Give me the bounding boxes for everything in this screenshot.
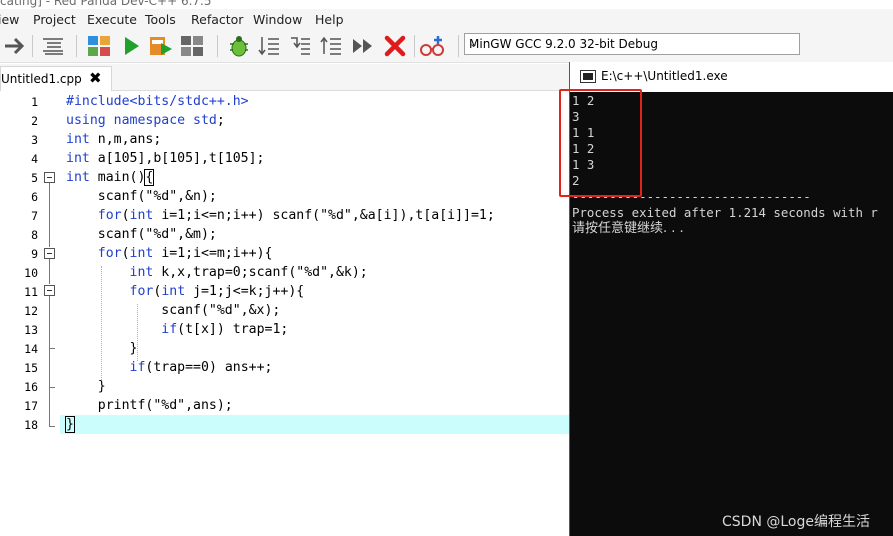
line-number: 4 [31,152,38,166]
code-line-14: } [66,341,138,356]
compile-run-icon[interactable] [148,34,174,58]
chevron-down-icon[interactable]: ⌄ [469,37,795,50]
code-line-5: int main(){ [66,169,155,186]
line-number: 16 [24,380,38,394]
fold-toggle[interactable] [44,248,55,259]
line-number: 17 [24,399,38,413]
stop-icon[interactable] [382,34,408,58]
close-icon[interactable]: ✖ [89,69,102,87]
fold-guide [49,259,50,284]
code-line-8: scanf("%d",&m); [66,227,217,242]
current-line-highlight [60,415,570,434]
menu-window[interactable]: Window [253,12,302,27]
line-number: 14 [24,342,38,356]
console-exit-message: Process exited after 1.214 seconds with … [572,205,878,220]
line-number: 7 [31,209,38,223]
step-out-icon[interactable] [318,34,344,58]
compiler-select[interactable]: MinGW GCC 9.2.0 32-bit Debug ⌄ [464,33,800,55]
code-line-17: printf("%d",ans); [66,398,233,413]
code-line-2: using namespace std; [66,113,225,128]
code-line-12: scanf("%d",&x); [66,303,281,318]
line-number: 12 [24,304,38,318]
window-title: cating] - Red Panda Dev-C++ 6.7.5 [0,0,212,8]
console-app-icon [580,70,596,83]
fold-toggle[interactable] [44,285,55,296]
debug-bug-icon[interactable] [226,34,252,58]
line-number: 8 [31,228,38,242]
code-line-9: for(int i=1;i<=m;i++){ [97,246,273,261]
watermark: CSDN @Loge编程生活 [722,514,870,530]
code-line-4: int a[105],b[105],t[105]; [66,151,265,166]
rebuild-all-icon[interactable] [179,34,205,58]
code-line-16: } [66,379,106,394]
toolbar-separator [32,35,33,57]
line-number: 1 [31,95,38,109]
line-number: 15 [24,361,38,375]
fold-end-marker [49,426,55,427]
line-number: 18 [24,418,38,432]
line-number: 9 [31,247,38,261]
tab-untitled1-cpp[interactable]: Untitled1.cpp ✖ [0,66,112,91]
console-continue-prompt: 请按任意键继续. . . [572,221,684,236]
menu-view[interactable]: iew [0,12,19,27]
code-line-6: scanf("%d",&n); [66,189,217,204]
line-number: 6 [31,190,38,204]
step-into-icon[interactable] [287,34,313,58]
code-line-18: } [65,416,75,433]
step-over-icon[interactable] [256,34,282,58]
console-title-bar[interactable]: E:\c++\Untitled1.exe [570,62,893,92]
toolbar-separator [414,35,415,57]
fold-guide [49,296,50,348]
code-line-1: #include<bits/stdc++.h> [66,94,249,109]
line-number: 10 [24,266,38,280]
toolbar-separator [217,35,218,57]
toolbar-separator [76,35,77,57]
menu-tools[interactable]: Tools [145,12,176,27]
code-line-13: if(t[x]) trap=1; [161,322,289,337]
menu-project[interactable]: Project [33,12,76,27]
line-number: 13 [24,323,38,337]
line-number-gutter: 1 2 3 4 5 6 7 8 9 10 11 12 13 14 15 16 1… [0,92,60,536]
continue-icon[interactable] [350,34,376,58]
forward-arrow-icon[interactable] [2,34,28,58]
fold-guide [49,183,50,247]
code-line-7: for(int i=1;i<=n;i++) scanf("%d",&a[i]),… [97,208,495,223]
code-line-3: int n,m,ans; [66,132,162,147]
tab-label: Untitled1.cpp [1,72,82,86]
code-line-15: if(trap==0) ans++; [129,360,273,375]
format-code-icon[interactable] [40,34,66,58]
fold-guide [49,388,50,426]
line-number: 11 [24,285,38,299]
line-number: 2 [31,114,38,128]
toolbar-separator [458,35,459,57]
line-number: 5 [31,171,38,185]
console-title: E:\c++\Untitled1.exe [601,69,728,83]
fold-toggle[interactable] [44,172,55,183]
annotation-highlight-box [559,89,642,197]
compile-icon[interactable] [86,34,112,58]
window-title-bar: cating] - Red Panda Dev-C++ 6.7.5 [0,0,893,9]
code-line-11: for(int j=1;j<=k;j++){ [129,284,305,299]
menu-refactor[interactable]: Refactor [191,12,243,27]
menu-bar: iew Project Execute Tools Refactor Windo… [0,9,893,30]
fold-guide [49,349,50,387]
menu-execute[interactable]: Execute [87,12,137,27]
add-watch-icon[interactable] [419,34,445,58]
run-icon[interactable] [118,34,144,58]
line-number: 3 [31,133,38,147]
menu-help[interactable]: Help [315,12,344,27]
code-line-10: int k,x,trap=0;scanf("%d",&k); [129,265,368,280]
